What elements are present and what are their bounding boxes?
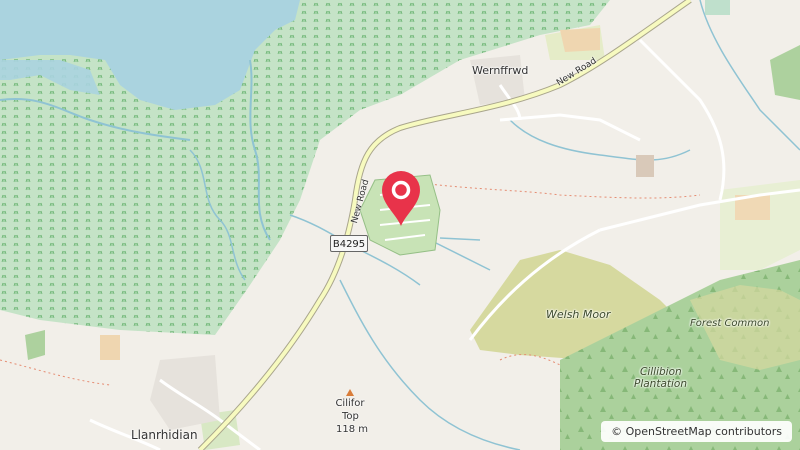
peak-label-line2: Top [342, 411, 359, 422]
place-label-welsh-moor: Welsh Moor [546, 308, 611, 321]
map-pin-icon[interactable] [380, 170, 422, 228]
peak-label-line1: Cilifor [335, 398, 365, 409]
place-label-cillibion-line2: Plantation [634, 378, 688, 390]
road-shield-b4295: B4295 [330, 235, 368, 252]
peak-elevation: 118 m [336, 424, 369, 435]
map-canvas[interactable]: Wernffrwd Llanrhidian Welsh Moor Forest … [0, 0, 800, 450]
place-label-wernffrwd: Wernffrwd [472, 64, 529, 77]
place-label-forest-common: Forest Common [690, 318, 770, 329]
place-label-cillibion-line1: Cillibion [640, 366, 682, 378]
place-label-llanrhidian: Llanrhidian [131, 428, 198, 442]
peak-icon [346, 389, 354, 396]
map-attribution[interactable]: © OpenStreetMap contributors [601, 421, 792, 442]
